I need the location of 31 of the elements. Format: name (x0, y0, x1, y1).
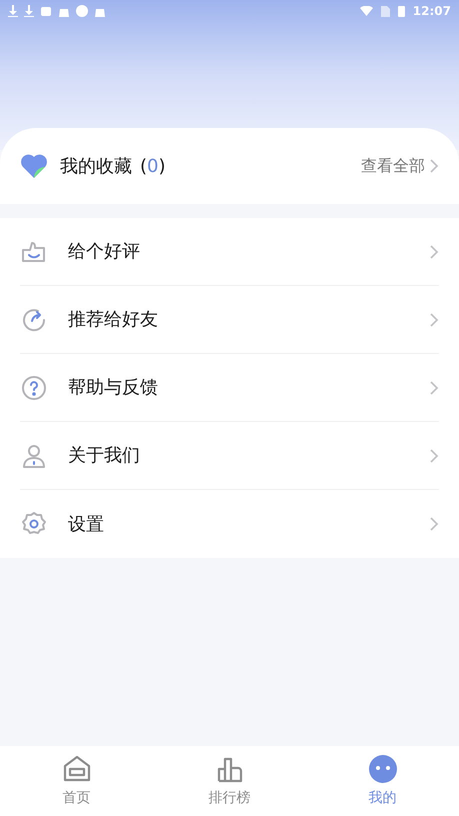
battery-icon (398, 5, 405, 17)
menu-item[interactable]: 设置 (20, 490, 439, 558)
favorites-title: 我的收藏 (60, 154, 132, 178)
heart-icon (20, 153, 48, 179)
menu-label: 帮助与反馈 (68, 376, 159, 400)
menu-label: 给个好评 (68, 240, 141, 264)
wifi-icon (360, 6, 373, 16)
view-all-link[interactable]: 查看全部 (361, 154, 439, 178)
menu-item[interactable]: 给个好评 (20, 218, 439, 286)
menu-label: 推荐给好友 (68, 308, 159, 332)
download-icon (8, 5, 18, 17)
chevron-right-icon (429, 244, 439, 260)
help-icon (20, 374, 48, 402)
menu-label: 关于我们 (68, 444, 141, 468)
no-sim-icon (380, 6, 390, 16)
chevron-right-icon (429, 380, 439, 396)
chevron-right-icon (429, 158, 439, 174)
menu-item[interactable]: 帮助与反馈 (20, 354, 439, 422)
download-icon (24, 5, 34, 17)
menu-item[interactable]: 关于我们 (20, 422, 439, 490)
clock: 12:07 (412, 3, 451, 20)
favorites-count: 0 (147, 154, 158, 178)
chevron-right-icon (429, 312, 439, 328)
open-paren: ( (140, 154, 148, 178)
home-icon (62, 754, 92, 784)
chevron-right-icon (429, 448, 439, 464)
face-icon (368, 754, 398, 784)
menu-item[interactable]: 推荐给好友 (20, 286, 439, 354)
close-paren: ) (158, 154, 166, 178)
chevron-right-icon (429, 516, 439, 532)
menu-label: 设置 (68, 512, 105, 536)
